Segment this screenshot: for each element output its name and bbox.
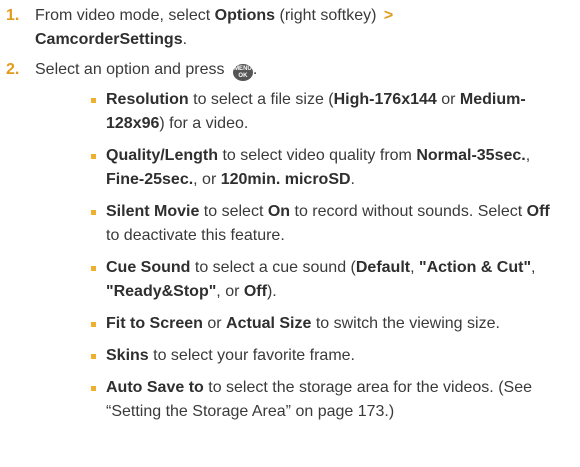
step-text: Select an option and press	[35, 61, 229, 78]
option-value: "Ready&Stop"	[106, 283, 217, 300]
option-name: Silent Movie	[106, 203, 200, 220]
option-value: High-176x144	[333, 91, 437, 108]
option-text: ,	[531, 259, 536, 276]
option-value: Normal-35sec.	[416, 147, 526, 164]
option-cue-sound: Cue Sound to select a cue sound (Default…	[91, 256, 564, 304]
step-1: 1. From video mode, select Options (righ…	[6, 4, 564, 52]
option-text: to select a file size (	[188, 91, 334, 108]
option-name: Fit to Screen	[106, 315, 203, 332]
option-text: to deactivate this feature.	[106, 227, 285, 244]
option-text: to select your favorite frame.	[148, 347, 355, 364]
option-text: to select	[199, 203, 268, 220]
option-value: Actual Size	[226, 315, 312, 332]
step-text: (right softkey)	[275, 7, 381, 24]
bullet-square-icon	[91, 154, 96, 159]
option-value: On	[267, 203, 291, 220]
option-resolution: Resolution to select a file size (High-1…	[91, 88, 564, 136]
option-skins: Skins to select your favorite frame.	[91, 344, 564, 368]
bullet-square-icon	[91, 354, 96, 359]
step-text: From video mode, select	[35, 7, 215, 24]
option-value: "Action & Cut"	[419, 259, 532, 276]
option-fit-to-screen: Fit to Screen or Actual Size to switch t…	[91, 312, 564, 336]
option-text: to record without sounds. Select	[290, 203, 527, 220]
step-text: .	[182, 31, 188, 48]
options-label: Options	[214, 7, 276, 24]
option-text: ).	[266, 283, 277, 300]
option-text: , or	[193, 171, 221, 188]
option-name: Quality/Length	[106, 147, 218, 164]
bullet-square-icon	[91, 98, 96, 103]
option-name: Resolution	[106, 91, 189, 108]
option-text: , or	[216, 283, 244, 300]
bullet-square-icon	[91, 210, 96, 215]
option-text: ,	[410, 259, 419, 276]
key-icon-top-label: MENU	[234, 66, 252, 72]
camcorder-settings-label: CamcorderSettings	[35, 31, 183, 48]
bullet-square-icon	[91, 266, 96, 271]
option-quality-length: Quality/Length to select video quality f…	[91, 144, 564, 192]
option-text: to select a cue sound (	[190, 259, 356, 276]
option-silent-movie: Silent Movie to select On to record with…	[91, 200, 564, 248]
option-text: ,	[525, 147, 531, 164]
instruction-document: 1. From video mode, select Options (righ…	[0, 0, 580, 467]
bullet-square-icon	[91, 386, 96, 391]
option-value: 120min. microSD	[220, 171, 351, 188]
option-list: Resolution to select a file size (High-1…	[35, 88, 564, 424]
option-text: ) for a video.	[159, 115, 249, 132]
option-value: Default	[355, 259, 411, 276]
option-name: Auto Save to	[106, 379, 204, 396]
option-text: or	[202, 315, 227, 332]
option-value: Off	[243, 283, 267, 300]
option-text: to switch the viewing size.	[311, 315, 500, 332]
option-text: or	[436, 91, 460, 108]
option-text: to select video quality from	[218, 147, 417, 164]
option-name: Skins	[106, 347, 149, 364]
bullet-square-icon	[91, 322, 96, 327]
menu-ok-key-icon: MENU OK	[232, 64, 253, 81]
step-number: 2.	[6, 61, 20, 78]
option-text: .	[350, 171, 355, 188]
option-name: Cue Sound	[106, 259, 191, 276]
step-2: 2. Select an option and press MENU OK. Re…	[6, 58, 564, 424]
chevron-right-icon: >	[383, 7, 394, 24]
key-icon-bottom-label: OK	[238, 73, 248, 79]
option-value: Fine-25sec.	[106, 171, 194, 188]
option-auto-save-to: Auto Save to to select the storage area …	[91, 376, 564, 424]
option-value: Off	[526, 203, 550, 220]
step-text: .	[252, 61, 258, 78]
step-number: 1.	[6, 7, 20, 24]
